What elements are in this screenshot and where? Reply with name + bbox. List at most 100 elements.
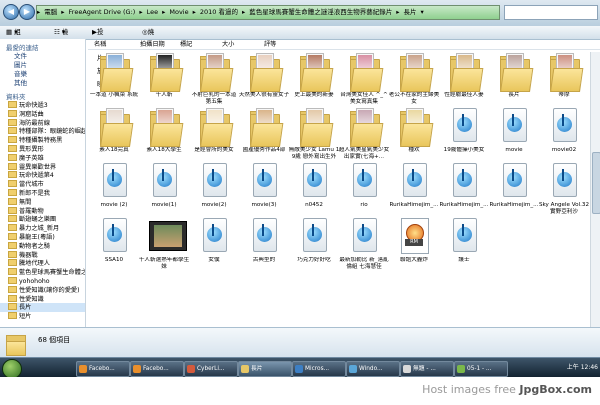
tree-item[interactable]: 當代城市 [0,180,85,189]
file-item[interactable]: 女僕 [188,217,240,264]
column-tags[interactable]: 標記 [180,40,192,49]
burn-button[interactable]: ◎ 燒錄 [142,26,154,49]
file-item[interactable]: movie [488,107,540,154]
favorite-link-more[interactable]: 其他 [0,79,85,88]
tree-item[interactable]: 海防最前線 [0,118,85,128]
file-item[interactable]: RM 聯誼大轟炸 [388,217,440,264]
file-item[interactable]: movie02 [538,107,590,154]
folder-item[interactable]: 素人18大學生 [138,107,190,154]
file-item[interactable]: movie(1) [138,162,190,209]
column-rating[interactable]: 評等 [264,40,276,49]
crumb[interactable]: Lee [147,8,159,16]
tree-item[interactable]: 暴力之城_新月 [0,224,85,233]
file-item[interactable]: RurikaHimejim_... [388,162,440,209]
column-name[interactable]: 名稱 [94,40,106,49]
folder-item[interactable]: 超人氣美星氣美少女出家實(七海+... [338,107,390,161]
tree-item[interactable]: 無間 [0,197,85,207]
folder-item[interactable]: 長片 [488,52,540,99]
tree-item[interactable]: 長片 [0,303,85,313]
folder-item[interactable]: 千人斬 [138,52,190,99]
folder-item[interactable]: 台灣美女佳人 ^_^ 美女寫真集 [338,52,390,106]
views-button[interactable]: ☷ 檢視 ▾ [54,26,68,49]
tree-item[interactable]: 短片 [0,312,85,321]
taskbar-button[interactable]: Micros... [292,361,346,377]
tree-item[interactable]: 洞窟話曲 [0,109,85,119]
clock[interactable]: 上午 12:46 [567,364,598,371]
crumb[interactable]: Movie [169,8,188,16]
tree-item[interactable]: 特種部隊：眼鏡蛇的崛起 [0,127,85,136]
file-item[interactable]: 千人斬選熟年都學生妹 [138,217,190,271]
start-button[interactable] [2,359,22,379]
column-size[interactable]: 大小 [222,40,234,49]
crumb[interactable]: 長片 [404,8,417,16]
crumb[interactable]: FreeAgent Drive (G:) [69,8,136,16]
folder-item[interactable]: 蒂摩 [538,52,590,99]
folder-item[interactable]: 天然美人很有靈女子 [238,52,290,99]
tree-item[interactable]: 性愛知識 [0,294,85,304]
tree-item[interactable]: 異形異形 [0,144,85,154]
taskbar-button[interactable]: 長片 [238,361,292,377]
folder-item[interactable]: 史上最美的新妻 [288,52,340,99]
folder-item[interactable]: 素人18完真 [88,107,140,154]
file-item[interactable]: movie (2) [88,162,140,209]
folder-item[interactable]: 國產優秀作品4部 [238,107,290,154]
folder-item[interactable]: 性經驗最佳人妻 [438,52,490,99]
file-item[interactable]: 古典型的 [238,217,290,264]
tree-item[interactable]: 魔子英雄 [0,153,85,163]
folder-item[interactable]: 不射巨乳的一本道 第五集 [188,52,240,106]
tree-item[interactable]: 玩命快遞第4 [0,171,85,180]
file-item[interactable]: rio [338,162,390,209]
back-button[interactable]: ◀ [3,4,19,20]
vertical-scrollbar[interactable] [590,52,600,327]
file-item[interactable]: RurikaHimejim_... [438,162,490,209]
column-date[interactable]: 拍攝日期 [140,40,165,49]
tree-item[interactable]: 新郎不是我 [0,188,85,198]
search-input[interactable] [504,5,598,20]
tree-item[interactable]: 普羅動物 [0,206,85,216]
tree-item[interactable]: yohohoho [0,276,85,286]
file-item[interactable]: 19歲體操小美女 [438,107,490,154]
tree-item[interactable]: 靈異樂歡世界 [0,162,85,172]
tree-item[interactable]: 藍色星球馬賽蟹生命體之謎 [0,268,85,277]
tree-item[interactable]: 性愛知識(讓你的愛愛) [0,285,85,295]
file-item[interactable]: movie(2) [188,162,240,209]
file-item[interactable]: n0452 [288,162,340,209]
folder-item[interactable]: 是經會所的美女 [188,107,240,154]
tree-item[interactable]: 動物者之騎 [0,241,85,251]
slideshow-button[interactable]: ▶ 投影片放映 [92,26,104,88]
crumb[interactable]: 藍色星球馬賽蟹生命體之謎淫浪西生物界藝紀錄片 [249,8,392,16]
crumb[interactable]: 2010 看過的 [200,8,238,16]
scrollbar-thumb[interactable] [592,152,600,214]
file-item[interactable]: 巧克力好好吃 [288,217,340,264]
folder-item[interactable]: 老公不在家的主婦美女 [388,52,440,106]
file-item[interactable]: 最新加勒比 新_落亂倫組 七海慧佳 [338,217,390,271]
organize-button[interactable]: ▦ 組合管理 ▾ [6,26,21,75]
folder-item[interactable]: 一本道 小楓菜 系統 [88,52,140,99]
favorite-link-pictures[interactable]: 圖片 [0,61,85,70]
forward-button[interactable]: ▶ [19,4,35,20]
favorite-link-documents[interactable]: 文件 [0,52,85,61]
file-item[interactable]: movie(3) [238,162,290,209]
folders-title[interactable]: 資料夾 [0,88,85,101]
folder-item[interactable]: 無敵美少女 Lamu 19歲 戀外寫出生外 [288,107,340,161]
taskbar-button[interactable]: Windo... [346,361,400,377]
taskbar-button[interactable]: 05-1 - ... [454,361,508,377]
file-item[interactable]: Sky Angele Vol.32 實野亞利沙 [538,162,590,216]
tree-item[interactable]: 特種攝製特務黑 [0,136,85,145]
taskbar-button[interactable]: CyberLi... [184,361,238,377]
folder-item[interactable]: 種欢 [388,107,440,154]
favorite-link-music[interactable]: 音樂 [0,70,85,79]
tree-item[interactable]: 騰地代理人 [0,259,85,268]
taskbar-button[interactable]: Facebo... [130,361,184,377]
taskbar-button[interactable]: 無題 - ... [400,361,454,377]
file-item[interactable]: RurikaHimejim_... [488,162,540,209]
tree-item[interactable]: 暴龍王(粵語) [0,232,85,242]
file-item[interactable]: 護士 [438,217,490,264]
taskbar-button[interactable]: Facebo... [76,361,130,377]
tree-item[interactable]: 斷翅蛹之樂團 [0,215,85,224]
tree-item[interactable]: 玩命快遞3 [0,101,85,110]
address-breadcrumb[interactable]: ▸ 電腦 ▸ FreeAgent Drive (G:) ▸ Lee ▸ Movie ▸ 2010 … [36,5,500,20]
tree-item[interactable]: 機器戰 [0,250,85,260]
host-watermark[interactable]: Host images free JpgBox.com [422,383,592,396]
file-item[interactable]: SSA10 [88,217,140,264]
